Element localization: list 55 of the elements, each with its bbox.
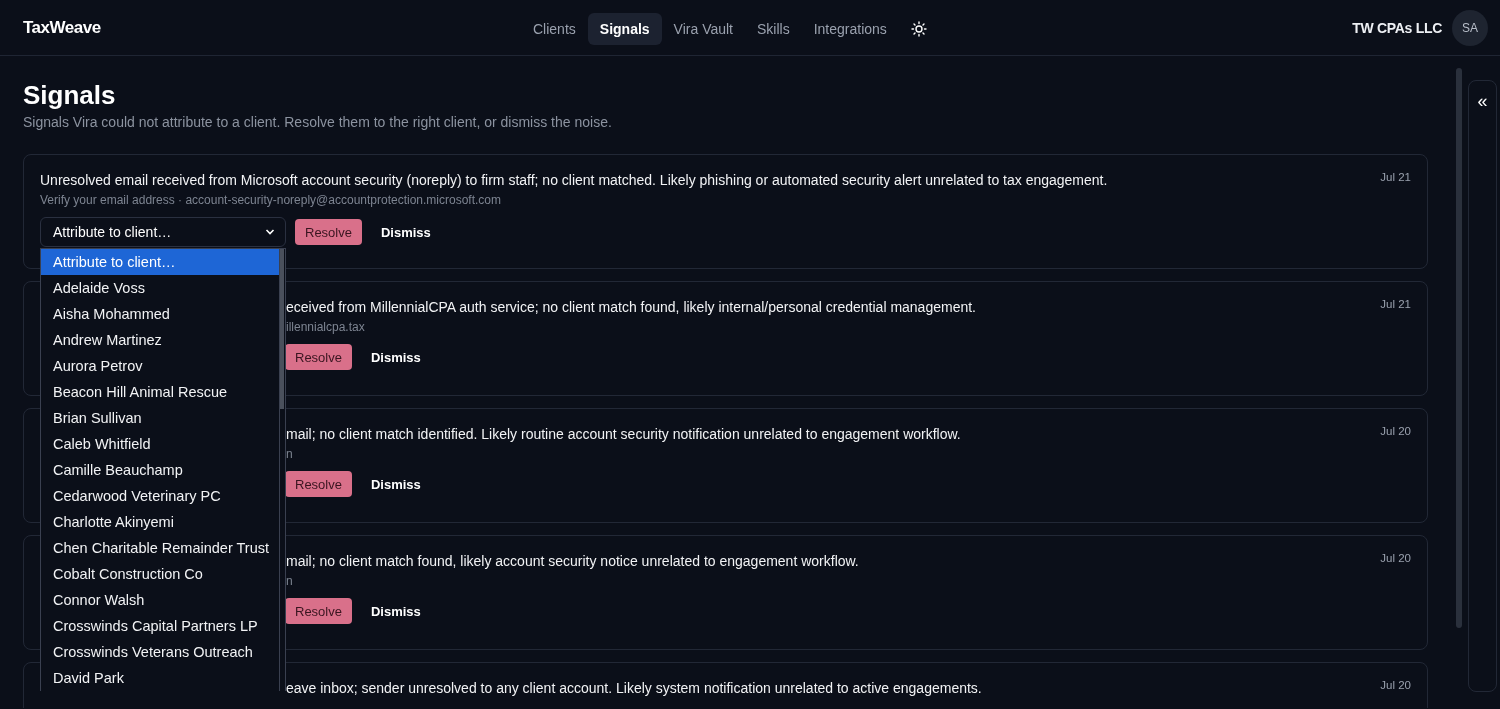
resolve-button[interactable]: Resolve xyxy=(285,598,352,624)
signal-date: Jul 20 xyxy=(1380,425,1411,439)
dismiss-button[interactable]: Dismiss xyxy=(360,598,431,624)
dropdown-option[interactable]: Charlotte Akinyemi xyxy=(41,509,279,535)
signal-summary: eave inbox; sender unresolved to any client account. Likely system notification unrelated to active engagements. xyxy=(286,679,982,697)
dropdown-option[interactable]: Aisha Mohammed xyxy=(41,301,279,327)
dropdown-option[interactable]: Cedarwood Veterinary PC xyxy=(41,483,279,509)
resolve-button[interactable]: Resolve xyxy=(295,219,362,245)
dismiss-button[interactable]: Dismiss xyxy=(360,344,431,370)
dropdown-option[interactable]: Andrew Martinez xyxy=(41,327,279,353)
collapse-toggle[interactable]: « xyxy=(1477,91,1488,111)
dropdown-option[interactable]: Caleb Whitfield xyxy=(41,431,279,457)
signal-detail: n xyxy=(286,447,293,461)
dropdown-option[interactable]: Crosswinds Veterans Outreach xyxy=(41,639,279,665)
dropdown-option[interactable]: Chen Charitable Remainder Trust xyxy=(41,535,279,561)
signal-date: Jul 20 xyxy=(1380,552,1411,566)
dropdown-option[interactable]: Adelaide Voss xyxy=(41,275,279,301)
signal-detail: Verify your email address · account-security-noreply@accountprotection.microsoft.com xyxy=(40,193,502,207)
firm-name[interactable]: TW CPAs LLC xyxy=(1352,19,1442,36)
signal-detail: n xyxy=(286,574,293,588)
signal-summary: mail; no client match found, likely account security notice unrelated to engagement workflow. xyxy=(286,552,859,570)
signal-detail: illennialcpa.tax xyxy=(286,320,365,334)
signal-date: Jul 21 xyxy=(1380,298,1411,312)
dismiss-button[interactable]: Dismiss xyxy=(370,219,441,245)
resolve-button[interactable]: Resolve xyxy=(285,471,352,497)
dropdown-option[interactable]: David Park xyxy=(41,665,279,691)
chevron-down-icon xyxy=(265,228,275,236)
client-select[interactable]: Attribute to client… xyxy=(40,217,286,247)
dropdown-option[interactable]: Cobalt Construction Co xyxy=(41,561,279,587)
signal-summary: eceived from MillennialCPA auth service; no client match found, likely internal/personal credential management. xyxy=(286,298,976,316)
signal-date: Jul 21 xyxy=(1380,171,1411,185)
user-avatar[interactable]: SA xyxy=(1452,9,1488,46)
scrollbar[interactable] xyxy=(1456,68,1462,628)
nav-tab[interactable]: Integrations xyxy=(801,13,899,45)
dropdown-option[interactable]: Attribute to client… xyxy=(41,249,279,275)
page-subtitle: Signals Vira could not attribute to a client. Resolve them to the right client, or dismiss the noise. xyxy=(23,114,612,130)
resolve-button[interactable]: Resolve xyxy=(285,344,352,370)
dropdown-option[interactable]: Camille Beauchamp xyxy=(41,457,279,483)
dropdown-option[interactable]: Connor Walsh xyxy=(41,587,279,613)
nav-tab[interactable]: Clients xyxy=(521,13,588,45)
nav-tab[interactable]: Skills xyxy=(745,13,802,45)
nav-tab[interactable]: Signals xyxy=(587,13,662,45)
dropdown-option[interactable]: Aurora Petrov xyxy=(41,353,279,379)
dropdown-option[interactable]: Crosswinds Capital Partners LP xyxy=(41,613,279,639)
page-title: Signals xyxy=(23,80,117,110)
scrollbar[interactable] xyxy=(280,249,284,409)
dismiss-button[interactable]: Dismiss xyxy=(360,471,431,497)
app-logo[interactable]: TaxWeave xyxy=(23,17,101,38)
nav-tab[interactable]: Vira Vault xyxy=(661,13,745,45)
sun-icon[interactable] xyxy=(910,21,927,37)
signal-summary: Unresolved email received from Microsoft account security (noreply) to firm staff; no client matched. Likely phishing or automated security alert unrelated to tax engagement. xyxy=(40,171,1108,189)
dropdown-option[interactable]: Brian Sullivan xyxy=(41,405,279,431)
signal-summary: mail; no client match identified. Likely routine account security notification unrelated to engagement workflow. xyxy=(286,425,961,443)
signal-date: Jul 20 xyxy=(1380,679,1411,693)
dropdown-option[interactable]: Beacon Hill Animal Rescue xyxy=(41,379,279,405)
